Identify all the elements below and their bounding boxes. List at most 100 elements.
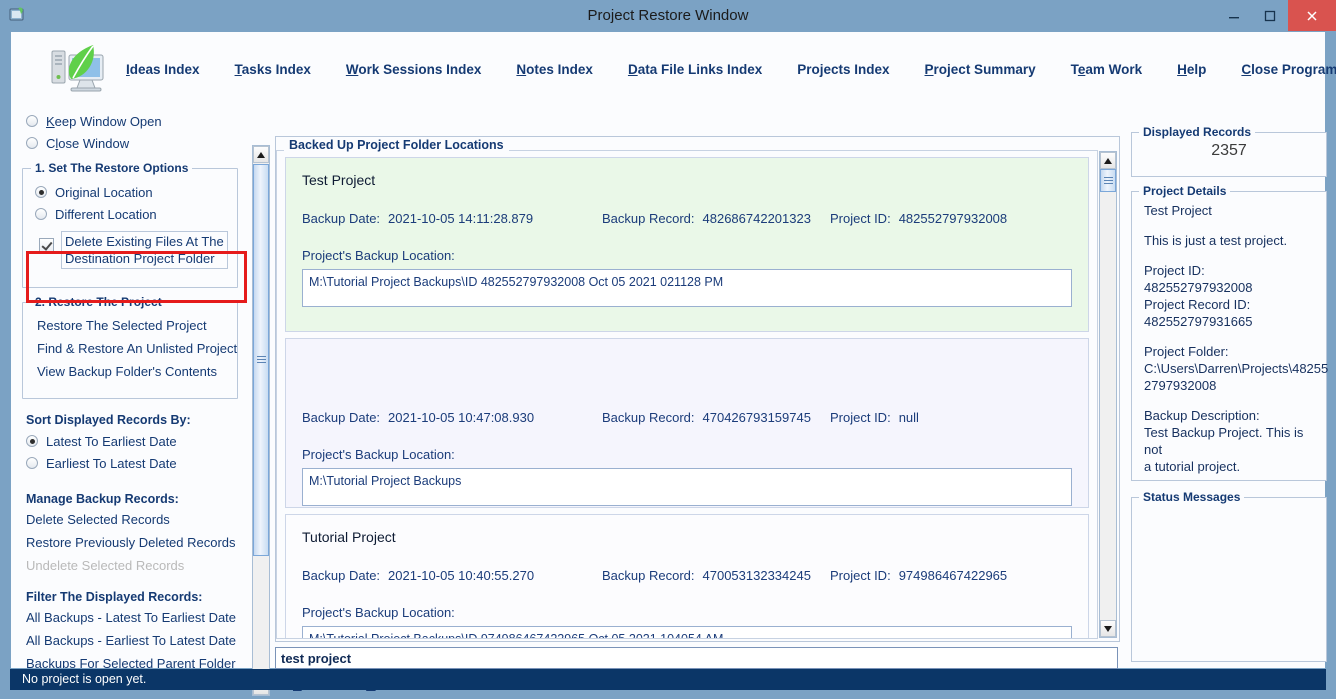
link-restore-selected-project[interactable]: Restore The Selected Project (37, 315, 233, 336)
radio-keep-window-open[interactable]: Keep Window Open (26, 110, 248, 132)
group-displayed-records: Displayed Records 2357 (1131, 125, 1327, 177)
link-restore-previously-deleted-records[interactable]: Restore Previously Deleted Records (26, 532, 248, 553)
details-ids: Project ID: 482552797932008 Project Reco… (1144, 263, 1253, 329)
details-backup-description: Backup Description: Test Backup Project.… (1144, 408, 1304, 474)
close-button[interactable] (1288, 0, 1336, 31)
nav-close-program[interactable]: Close Program (1241, 62, 1336, 77)
main-panel-title: Backed Up Project Folder Locations (284, 138, 509, 152)
group-title-status-messages: Status Messages (1139, 490, 1245, 504)
nav-team-work[interactable]: Team Work (1071, 62, 1143, 77)
radio-close-window[interactable]: Close Window (26, 132, 248, 154)
backup-record-card[interactable]: Test Project Backup Date: 2021-10-05 14:… (285, 157, 1089, 332)
checkbox-label-delete-existing-files: Delete Existing Files At The Destination… (61, 231, 228, 269)
maximize-button[interactable] (1252, 0, 1288, 31)
label-backup-date: Backup Date: (302, 567, 381, 583)
group-title-restore-the-project: 2. Restore The Project (31, 295, 166, 309)
sidebar-scrollbar[interactable] (252, 145, 270, 696)
nav-ideas-index[interactable]: Ideas Index (126, 62, 200, 77)
link-delete-selected-records[interactable]: Delete Selected Records (26, 509, 248, 530)
leaf-computer-logo (47, 41, 111, 99)
backup-record-card[interactable]: Tutorial Project Backup Date: 2021-10-05… (285, 514, 1089, 638)
main-scrollbar[interactable] (1099, 151, 1117, 638)
link-all-backups-earliest-to-latest[interactable]: All Backups - Earliest To Latest Date (26, 630, 248, 651)
label-backup-location: Project's Backup Location: (302, 248, 455, 263)
checkbox-delete-existing-files[interactable]: Delete Existing Files At The Destination… (39, 231, 233, 269)
card-fields-row: Backup Date: 2021-10-05 10:47:08.930 Bac… (302, 407, 1072, 427)
nav-data-file-links-index[interactable]: Data File Links Index (628, 62, 762, 77)
status-messages-body (1132, 498, 1326, 658)
link-find-restore-unlisted-project[interactable]: Find & Restore An Unlisted Project (37, 338, 237, 359)
nav-work-sessions-index[interactable]: Work Sessions Index (346, 62, 482, 77)
radio-earliest-to-latest[interactable]: Earliest To Latest Date (26, 452, 248, 474)
status-bar: No project is open yet. (10, 669, 1326, 690)
value-backup-location[interactable]: M:\Tutorial Project Backups\ID 482552797… (302, 269, 1072, 307)
project-details-body: Test Project This is just a test project… (1132, 192, 1328, 496)
nav-project-summary[interactable]: Project Summary (925, 62, 1036, 77)
main-scroll-thumb[interactable] (1100, 169, 1116, 192)
radio-circle-different-location (35, 208, 47, 220)
radio-label-different-location: Different Location (55, 206, 157, 222)
value-backup-date: 2021-10-05 10:40:55.270 (388, 567, 535, 583)
link-backups-for-selected-parent-folder[interactable]: Backups For Selected Parent Folder (26, 653, 248, 668)
backup-record-card[interactable]: Backup Date: 2021-10-05 10:47:08.930 Bac… (285, 338, 1089, 508)
field-backup-record: Backup Record: 470053132334245 (602, 568, 830, 583)
value-backup-date: 2021-10-05 10:47:08.930 (388, 409, 535, 425)
nav-help[interactable]: Help (1177, 62, 1206, 77)
right-column: Displayed Records 2357 Project Details T… (1131, 125, 1328, 692)
label-backup-date: Backup Date: (302, 210, 381, 226)
nav-notes-index[interactable]: Notes Index (516, 62, 593, 77)
scroll-thumb-grip-icon (257, 356, 266, 364)
section-sort-displayed-records: Sort Displayed Records By: (26, 413, 191, 427)
field-project-id: Project ID: null (830, 410, 919, 425)
label-project-id: Project ID: (830, 210, 891, 226)
value-project-id: null (898, 409, 919, 425)
radio-different-location[interactable]: Different Location (35, 203, 233, 225)
link-all-backups-latest-to-earliest[interactable]: All Backups - Latest To Earliest Date (26, 607, 248, 628)
value-backup-location[interactable]: M:\Tutorial Project Backups\ID 974986467… (302, 626, 1072, 638)
label-backup-location: Project's Backup Location: (302, 605, 455, 620)
search-input[interactable] (275, 647, 1118, 669)
link-undelete-selected-records: Undelete Selected Records (26, 558, 185, 573)
group-title-displayed-records: Displayed Records (1139, 125, 1256, 139)
scroll-up-icon[interactable] (1100, 152, 1116, 169)
radio-circle-latest-to-earliest (26, 435, 38, 447)
label-backup-record: Backup Record: (602, 210, 695, 226)
card-fields-row: Backup Date: 2021-10-05 10:40:55.270 Bac… (302, 565, 1072, 585)
section-filter-displayed-records: Filter The Displayed Records: (26, 590, 203, 604)
radio-latest-to-earliest[interactable]: Latest To Earliest Date (26, 430, 248, 452)
client-area: Ideas Index Tasks Index Work Sessions In… (10, 31, 1336, 696)
label-backup-record: Backup Record: (602, 567, 695, 583)
value-backup-record: 482686742201323 (702, 210, 811, 226)
label-project-id: Project ID: (830, 409, 891, 425)
link-view-backup-folder-contents[interactable]: View Backup Folder's Contents (37, 361, 233, 382)
label-backup-record: Backup Record: (602, 409, 695, 425)
label-backup-location: Project's Backup Location: (302, 447, 455, 462)
group-title-restore-options: 1. Set The Restore Options (31, 161, 193, 175)
title-bar: Project Restore Window (0, 0, 1336, 31)
label-backup-date: Backup Date: (302, 409, 381, 425)
scroll-up-icon[interactable] (253, 146, 269, 163)
field-backup-record: Backup Record: 482686742201323 (602, 211, 830, 226)
field-backup-date: Backup Date: 2021-10-05 10:47:08.930 (302, 410, 602, 425)
nav-items: Ideas Index Tasks Index Work Sessions In… (126, 32, 1336, 106)
nav-tasks-index[interactable]: Tasks Index (235, 62, 311, 77)
window-title: Project Restore Window (587, 7, 749, 24)
card-fields-row: Backup Date: 2021-10-05 14:11:28.879 Bac… (302, 208, 1072, 228)
radio-original-location[interactable]: Original Location (35, 181, 233, 203)
value-project-id: 482552797932008 (898, 210, 1008, 226)
radio-label-keep-open: Keep Window Open (46, 113, 162, 129)
section-manage-backup-records: Manage Backup Records: (26, 492, 179, 506)
group-title-project-details: Project Details (1139, 184, 1231, 198)
top-navigation: Ideas Index Tasks Index Work Sessions In… (11, 32, 1336, 106)
minimize-button[interactable] (1216, 0, 1252, 31)
card-project-name: Tutorial Project (302, 529, 396, 545)
value-project-id: 974986467422965 (898, 567, 1008, 583)
card-project-name: Test Project (302, 172, 376, 188)
sidebar-scroll-thumb[interactable] (253, 164, 269, 556)
project-restore-window: Project Restore Window Ideas Index Tasks… (0, 0, 1336, 699)
nav-projects-index[interactable]: Projects Index (797, 62, 889, 77)
scroll-down-icon[interactable] (1100, 620, 1116, 637)
field-backup-date: Backup Date: 2021-10-05 14:11:28.879 (302, 211, 602, 226)
value-backup-location[interactable]: M:\Tutorial Project Backups (302, 468, 1072, 506)
backup-records-list: Test Project Backup Date: 2021-10-05 14:… (276, 150, 1098, 639)
